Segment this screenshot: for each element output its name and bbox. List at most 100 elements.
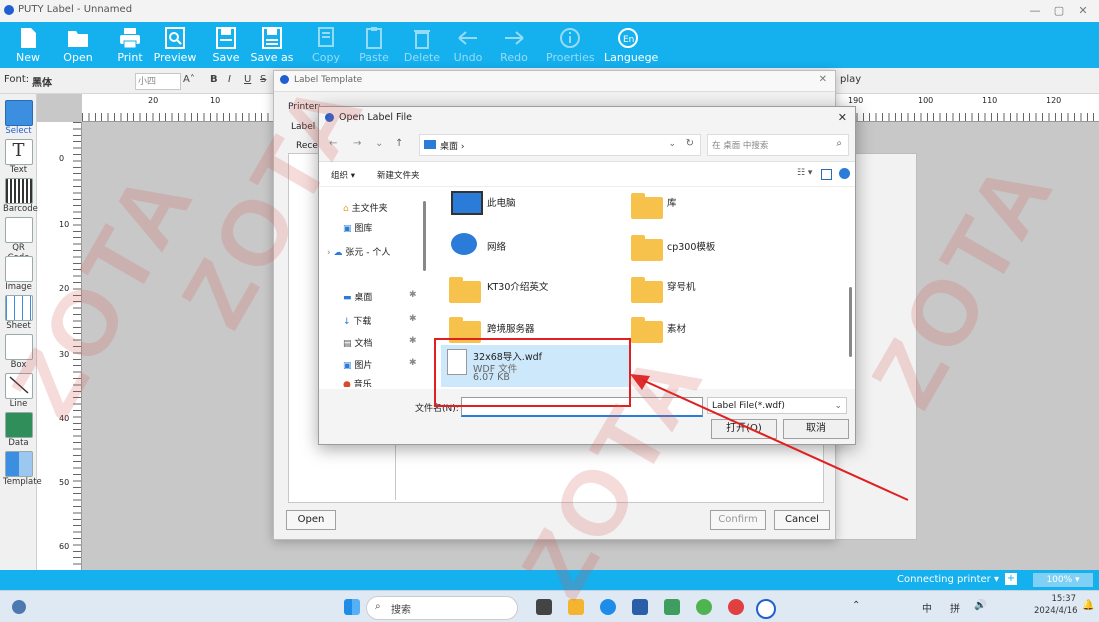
bold-button[interactable]: B (210, 74, 218, 85)
edge-browser-icon[interactable] (600, 599, 616, 615)
grow-font-button[interactable]: A˄ (183, 74, 195, 85)
template-open-button[interactable]: Open (286, 510, 336, 530)
text-tool[interactable]: T Text (3, 139, 34, 177)
underline-button[interactable]: U (244, 74, 251, 85)
notification-icon[interactable]: 🔔 (1082, 600, 1094, 611)
qr-code-icon (4, 217, 33, 243)
file-list-scrollbar[interactable] (849, 287, 852, 357)
delete-button[interactable]: Delete (398, 24, 446, 66)
data-tool-label: Data (8, 438, 29, 448)
box-tool-label: Box (10, 360, 27, 370)
help-icon[interactable] (839, 168, 850, 179)
template-dialog-titlebar: Label Template ✕ (274, 71, 835, 92)
path-box[interactable]: 桌面 › ⌄ ↻ (419, 134, 701, 156)
preview-button[interactable]: Preview (151, 24, 199, 66)
sheet-tool[interactable]: Sheet (3, 295, 34, 333)
close-button[interactable]: ✕ (1071, 2, 1095, 20)
taskbar-search[interactable]: ⌕ 搜索 (366, 596, 518, 620)
save-button[interactable]: Save (202, 24, 250, 66)
tray-expand-icon[interactable]: ⌃ (852, 600, 860, 611)
line-tool[interactable]: Line (3, 373, 34, 411)
open-button[interactable]: Open (54, 24, 102, 66)
redo-button[interactable]: Redo (490, 24, 538, 66)
file-name: 网络 (487, 242, 507, 253)
sidebar-item-documents[interactable]: ▤ 文档 ✱ (343, 336, 417, 349)
minimize-button[interactable]: — (1023, 2, 1047, 20)
sidebar-item-desktop[interactable]: ▬ 桌面 ✱ (343, 290, 417, 303)
properties-button[interactable]: Proerties (546, 24, 595, 66)
search-input[interactable]: 在 桌面 中搜索 ⌕ (707, 134, 849, 156)
weather-icon[interactable] (12, 600, 26, 614)
italic-button[interactable]: I (228, 74, 231, 85)
font-value[interactable]: 黑体 (32, 74, 52, 89)
view-menu-icon[interactable]: ☷ ▾ (797, 168, 812, 178)
image-tool-label: Image (5, 282, 32, 292)
file-item-folder[interactable]: cp300模板 (631, 229, 811, 263)
store-icon[interactable] (632, 599, 648, 615)
new-folder-button[interactable]: 新建文件夹 (377, 169, 420, 181)
data-tool[interactable]: Data (3, 412, 34, 450)
sidebar-item-gallery[interactable]: ▣ 图库 (343, 221, 372, 234)
sidebar-item-onedrive[interactable]: › ☁ 张元 - 个人 (327, 245, 390, 258)
file-explorer-icon[interactable] (568, 599, 584, 615)
title-bar: PUTY Label - Unnamed — ▢ ✕ (0, 0, 1099, 22)
back-arrow-icon[interactable]: ← (329, 138, 337, 149)
wechat-icon[interactable] (696, 599, 712, 615)
template-tool[interactable]: Template (3, 451, 42, 489)
file-item-computer[interactable]: 此电脑 (447, 189, 627, 223)
sidebar-item-downloads[interactable]: ↓ 下载 ✱ (343, 314, 417, 327)
puty-label-taskbar-icon[interactable] (756, 599, 776, 619)
volume-icon[interactable]: 🔊 (974, 600, 986, 611)
chevron-down-icon[interactable]: ⌄ (668, 139, 676, 149)
save-as-button[interactable]: Save as (248, 24, 296, 66)
pin-icon: ✱ (409, 314, 417, 324)
ime-mode[interactable]: 拼 (950, 600, 960, 615)
info-icon (560, 28, 580, 48)
chevron-down-icon[interactable]: ⌄ (375, 138, 383, 149)
app-icon[interactable] (664, 599, 680, 615)
ime-language[interactable]: 中 (922, 600, 932, 615)
qr-code-tool[interactable]: QR Code (3, 217, 34, 263)
forward-arrow-icon[interactable]: → (353, 138, 361, 149)
taskbar: ⌕ 搜索 ⌃ 中 拼 🔊 15:37 2024/4/16 🔔 (0, 590, 1099, 622)
chrome-icon[interactable] (728, 599, 744, 615)
file-item-folder[interactable]: 素材 (631, 311, 811, 345)
sidebar-item-home[interactable]: ⌂ 主文件夹 (343, 201, 388, 214)
zoom-in-button[interactable]: + (1005, 573, 1017, 585)
zoom-select[interactable]: 100% ▾ (1033, 573, 1093, 587)
language-button[interactable]: En Languege (604, 24, 658, 66)
barcode-tool[interactable]: Barcode (3, 178, 38, 216)
file-item-network[interactable]: 网络 (447, 229, 627, 263)
preview-pane-icon[interactable] (821, 169, 832, 180)
box-tool[interactable]: Box (3, 334, 34, 372)
task-view-icon[interactable] (536, 599, 552, 615)
clock-time[interactable]: 15:37 (1040, 594, 1077, 604)
print-button[interactable]: Print (106, 24, 154, 66)
template-close-button[interactable]: ✕ (819, 74, 827, 85)
sidebar-scrollbar[interactable] (423, 201, 426, 271)
maximize-button[interactable]: ▢ (1047, 2, 1071, 20)
file-item-folder[interactable]: KT30介绍英文 (447, 271, 627, 305)
up-arrow-icon[interactable]: ↑ (395, 138, 403, 149)
file-item-library[interactable]: 库 (631, 189, 811, 223)
font-size-select[interactable]: 小四 (135, 73, 181, 90)
refresh-icon[interactable]: ↻ (686, 138, 694, 149)
new-button[interactable]: New (4, 24, 52, 66)
sidebar-item-pictures[interactable]: ▣ 图片 ✱ (343, 358, 417, 371)
select-tool[interactable]: Select (3, 100, 34, 138)
paste-button[interactable]: Paste (350, 24, 398, 66)
copy-button[interactable]: Copy (302, 24, 350, 66)
file-item-folder[interactable]: 穿号机 (631, 271, 811, 305)
template-confirm-button[interactable]: Confirm (710, 510, 766, 530)
printer-status[interactable]: Connecting printer ▾ (897, 574, 999, 585)
sidebar-item-music[interactable]: ● 音乐 (343, 377, 372, 387)
organize-button[interactable]: 组织 ▾ (331, 169, 355, 181)
image-tool[interactable]: Image (3, 256, 34, 294)
undo-button[interactable]: Undo (444, 24, 492, 66)
template-cancel-button[interactable]: Cancel (774, 510, 830, 530)
box-icon (4, 334, 33, 360)
windows-start-icon[interactable] (344, 599, 360, 615)
strike-button[interactable]: S (260, 74, 266, 85)
open-dialog-close-button[interactable]: ✕ (838, 111, 847, 124)
clock-date[interactable]: 2024/4/16 (1034, 606, 1078, 616)
